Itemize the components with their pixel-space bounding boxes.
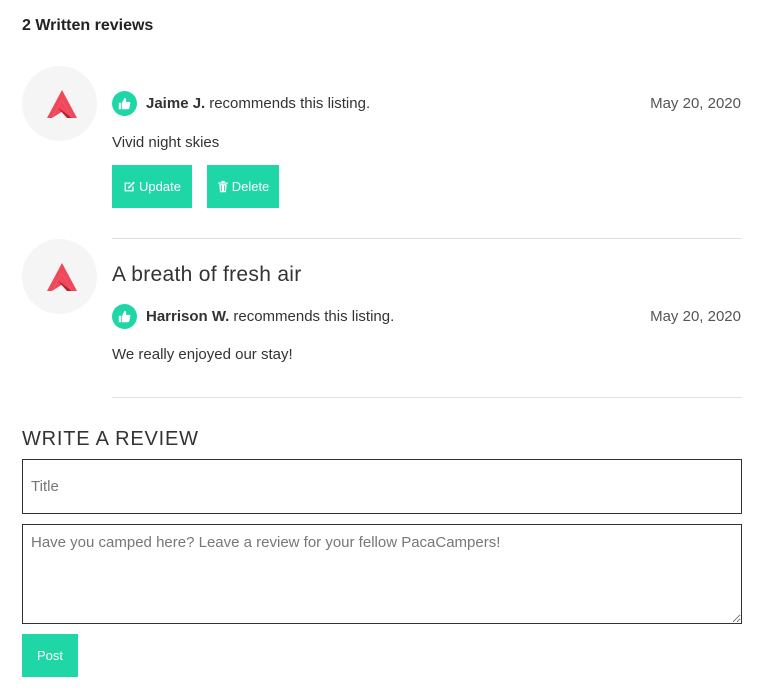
delete-label: Delete bbox=[231, 179, 270, 194]
review-body: We really enjoyed our stay! bbox=[112, 346, 293, 363]
post-button[interactable]: Post bbox=[22, 634, 78, 677]
delete-button[interactable]: Delete bbox=[207, 165, 279, 208]
reviews-heading: 2 Written reviews bbox=[22, 17, 154, 34]
reviewer-line: Jaime J. recommends this listing. bbox=[112, 90, 370, 116]
update-label: Update bbox=[139, 179, 181, 194]
pacacamp-logo-icon bbox=[47, 90, 77, 118]
avatar bbox=[22, 66, 97, 141]
review-body: Vivid night skies bbox=[112, 134, 220, 151]
review-body-textarea[interactable] bbox=[22, 524, 742, 624]
trash-icon bbox=[217, 180, 228, 193]
update-button[interactable]: Update bbox=[112, 165, 192, 208]
thumbs-up-icon bbox=[112, 303, 137, 329]
reviewer-name: Harrison W. bbox=[146, 307, 230, 325]
recommends-text: recommends this listing. bbox=[209, 94, 371, 112]
reviewer-name: Jaime J. bbox=[146, 94, 206, 112]
review-divider bbox=[112, 397, 742, 398]
post-label: Post bbox=[36, 648, 63, 663]
review-title-input[interactable] bbox=[22, 459, 742, 514]
review-date: May 20, 2020 bbox=[650, 308, 741, 325]
review-title: A breath of fresh air bbox=[112, 263, 302, 286]
review-date: May 20, 2020 bbox=[650, 95, 741, 112]
review-divider bbox=[112, 238, 742, 239]
pacacamp-logo-icon bbox=[47, 263, 77, 291]
write-review-heading: WRITE A REVIEW bbox=[22, 428, 199, 450]
avatar bbox=[22, 239, 97, 314]
reviewer-line: Harrison W. recommends this listing. bbox=[112, 303, 394, 329]
recommends-text: recommends this listing. bbox=[233, 307, 395, 325]
thumbs-up-icon bbox=[112, 90, 137, 116]
edit-icon bbox=[124, 181, 135, 192]
